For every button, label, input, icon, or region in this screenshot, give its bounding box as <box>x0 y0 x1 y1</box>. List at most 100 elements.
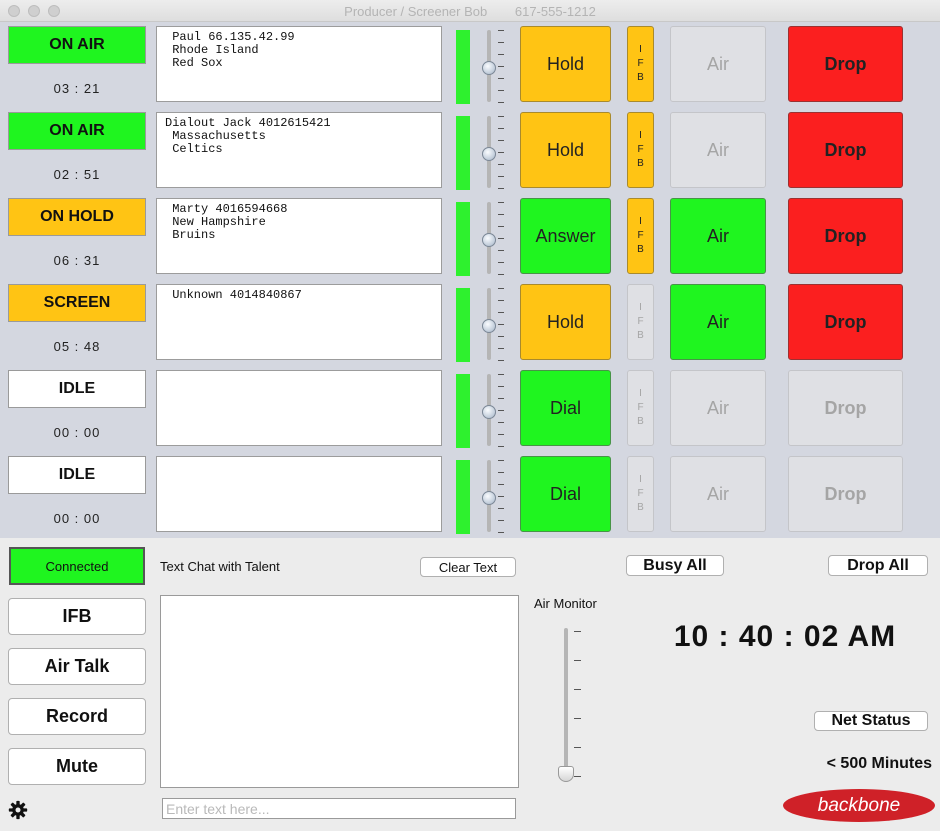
caller-info[interactable] <box>156 456 442 532</box>
drop-button[interactable]: Drop <box>788 26 903 102</box>
call-line-2: ON AIR 02 : 51 Dialout Jack 4012615421 Mas… <box>0 110 940 196</box>
slider-tick <box>498 422 504 423</box>
slider-tick <box>498 484 504 485</box>
line-status: ON AIR <box>8 112 146 150</box>
line-volume-knob[interactable] <box>482 319 496 333</box>
chat-transcript[interactable] <box>160 595 519 788</box>
logo-text: backbone <box>817 794 901 816</box>
air-monitor-knob[interactable] <box>558 766 574 782</box>
slider-tick <box>498 324 504 325</box>
drop-button[interactable]: Drop <box>788 456 903 532</box>
slider-tick <box>498 472 504 473</box>
line-ifb-button[interactable]: IFB <box>627 198 654 274</box>
ifb-letter: B <box>637 330 644 341</box>
line-volume-slider[interactable] <box>482 372 508 448</box>
line-ifb-button[interactable]: IFB <box>627 456 654 532</box>
line-ifb-button[interactable]: IFB <box>627 370 654 446</box>
action-button-label: Dial <box>549 483 581 504</box>
window-title: Producer / Screener Bob 617-555-1212 <box>0 4 940 19</box>
caller-info[interactable] <box>156 370 442 446</box>
audio-level-meter <box>456 30 470 104</box>
line-status-label: ON AIR <box>49 122 105 139</box>
ifb-letter: B <box>637 502 644 513</box>
line-volume-knob[interactable] <box>482 233 496 247</box>
line-volume-knob[interactable] <box>482 491 496 505</box>
audio-level-meter <box>456 202 470 276</box>
slider-tick <box>498 102 504 103</box>
action-button-label: Dial <box>549 397 581 418</box>
air-talk-button[interactable]: Air Talk <box>8 648 146 685</box>
chat-input[interactable] <box>162 798 516 819</box>
caller-info[interactable]: Paul 66.135.42.99 Rhode Island Red Sox <box>156 26 442 102</box>
slider-tick <box>498 128 504 129</box>
audio-level-meter <box>456 460 470 534</box>
air-button-label: Air <box>707 311 729 332</box>
line-timer: 00 : 00 <box>53 425 101 440</box>
line-volume-slider[interactable] <box>482 200 508 276</box>
caller-info[interactable]: Dialout Jack 4012615421 Massachusetts Ce… <box>156 112 442 188</box>
air-button[interactable]: Air <box>670 198 766 274</box>
slider-tick <box>498 176 504 177</box>
slider-tick <box>498 508 504 509</box>
slider-tick <box>498 336 504 337</box>
line-ifb-button[interactable]: IFB <box>627 112 654 188</box>
net-status-button[interactable]: Net Status <box>814 711 928 731</box>
slider-tick <box>498 496 504 497</box>
hold-button[interactable]: Hold <box>520 112 611 188</box>
caller-info[interactable]: Marty 4016594668 New Hampshire Bruins <box>156 198 442 274</box>
drop-button[interactable]: Drop <box>788 198 903 274</box>
record-button[interactable]: Record <box>8 698 146 735</box>
ifb-letter: F <box>637 144 644 155</box>
drop-button[interactable]: Drop <box>788 370 903 446</box>
dial-button[interactable]: Dial <box>520 370 611 446</box>
caller-info-line: Unknown 4014840867 <box>165 288 302 302</box>
slider-tick <box>574 631 581 632</box>
ifb-button[interactable]: IFB <box>8 598 146 635</box>
line-ifb-button[interactable]: IFB <box>627 284 654 360</box>
air-monitor-slider[interactable] <box>556 626 586 786</box>
line-volume-knob[interactable] <box>482 61 496 75</box>
slider-tick <box>498 226 504 227</box>
air-button[interactable]: Air <box>670 112 766 188</box>
drop-button[interactable]: Drop <box>788 284 903 360</box>
clear-text-button[interactable]: Clear Text <box>420 557 516 577</box>
gear-icon[interactable] <box>8 800 28 820</box>
busy-all-button[interactable]: Busy All <box>626 555 724 576</box>
air-button[interactable]: Air <box>670 284 766 360</box>
line-volume-slider[interactable] <box>482 286 508 362</box>
slider-tick <box>498 188 504 189</box>
drop-all-button[interactable]: Drop All <box>828 555 928 576</box>
line-volume-slider[interactable] <box>482 114 508 190</box>
line-volume-slider[interactable] <box>482 458 508 534</box>
drop-button[interactable]: Drop <box>788 112 903 188</box>
dial-button[interactable]: Dial <box>520 456 611 532</box>
line-volume-knob[interactable] <box>482 147 496 161</box>
ifb-letter: F <box>637 58 644 69</box>
line-status-label: ON AIR <box>49 36 105 53</box>
answer-button[interactable]: Answer <box>520 198 611 274</box>
drop-button-label: Drop <box>824 397 867 418</box>
line-ifb-button[interactable]: IFB <box>627 26 654 102</box>
slider-tick <box>498 348 504 349</box>
line-timer: 06 : 31 <box>53 253 101 268</box>
record-button-label: Record <box>45 706 108 726</box>
slider-tick <box>498 386 504 387</box>
air-button[interactable]: Air <box>670 26 766 102</box>
line-volume-knob[interactable] <box>482 405 496 419</box>
air-button[interactable]: Air <box>670 370 766 446</box>
slider-tick <box>498 54 504 55</box>
clear-text-button-label: Clear Text <box>438 559 498 575</box>
caller-info-line: Bruins <box>165 228 216 242</box>
hold-button[interactable]: Hold <box>520 284 611 360</box>
line-volume-slider[interactable] <box>482 28 508 104</box>
slider-tick <box>498 116 504 117</box>
mute-button[interactable]: Mute <box>8 748 146 785</box>
caller-info[interactable]: Unknown 4014840867 <box>156 284 442 360</box>
ifb-letter: I <box>639 44 642 55</box>
slider-tick <box>498 520 504 521</box>
ifb-letter: F <box>637 316 644 327</box>
air-button[interactable]: Air <box>670 456 766 532</box>
ifb-letter: B <box>637 158 644 169</box>
slider-tick <box>498 238 504 239</box>
hold-button[interactable]: Hold <box>520 26 611 102</box>
